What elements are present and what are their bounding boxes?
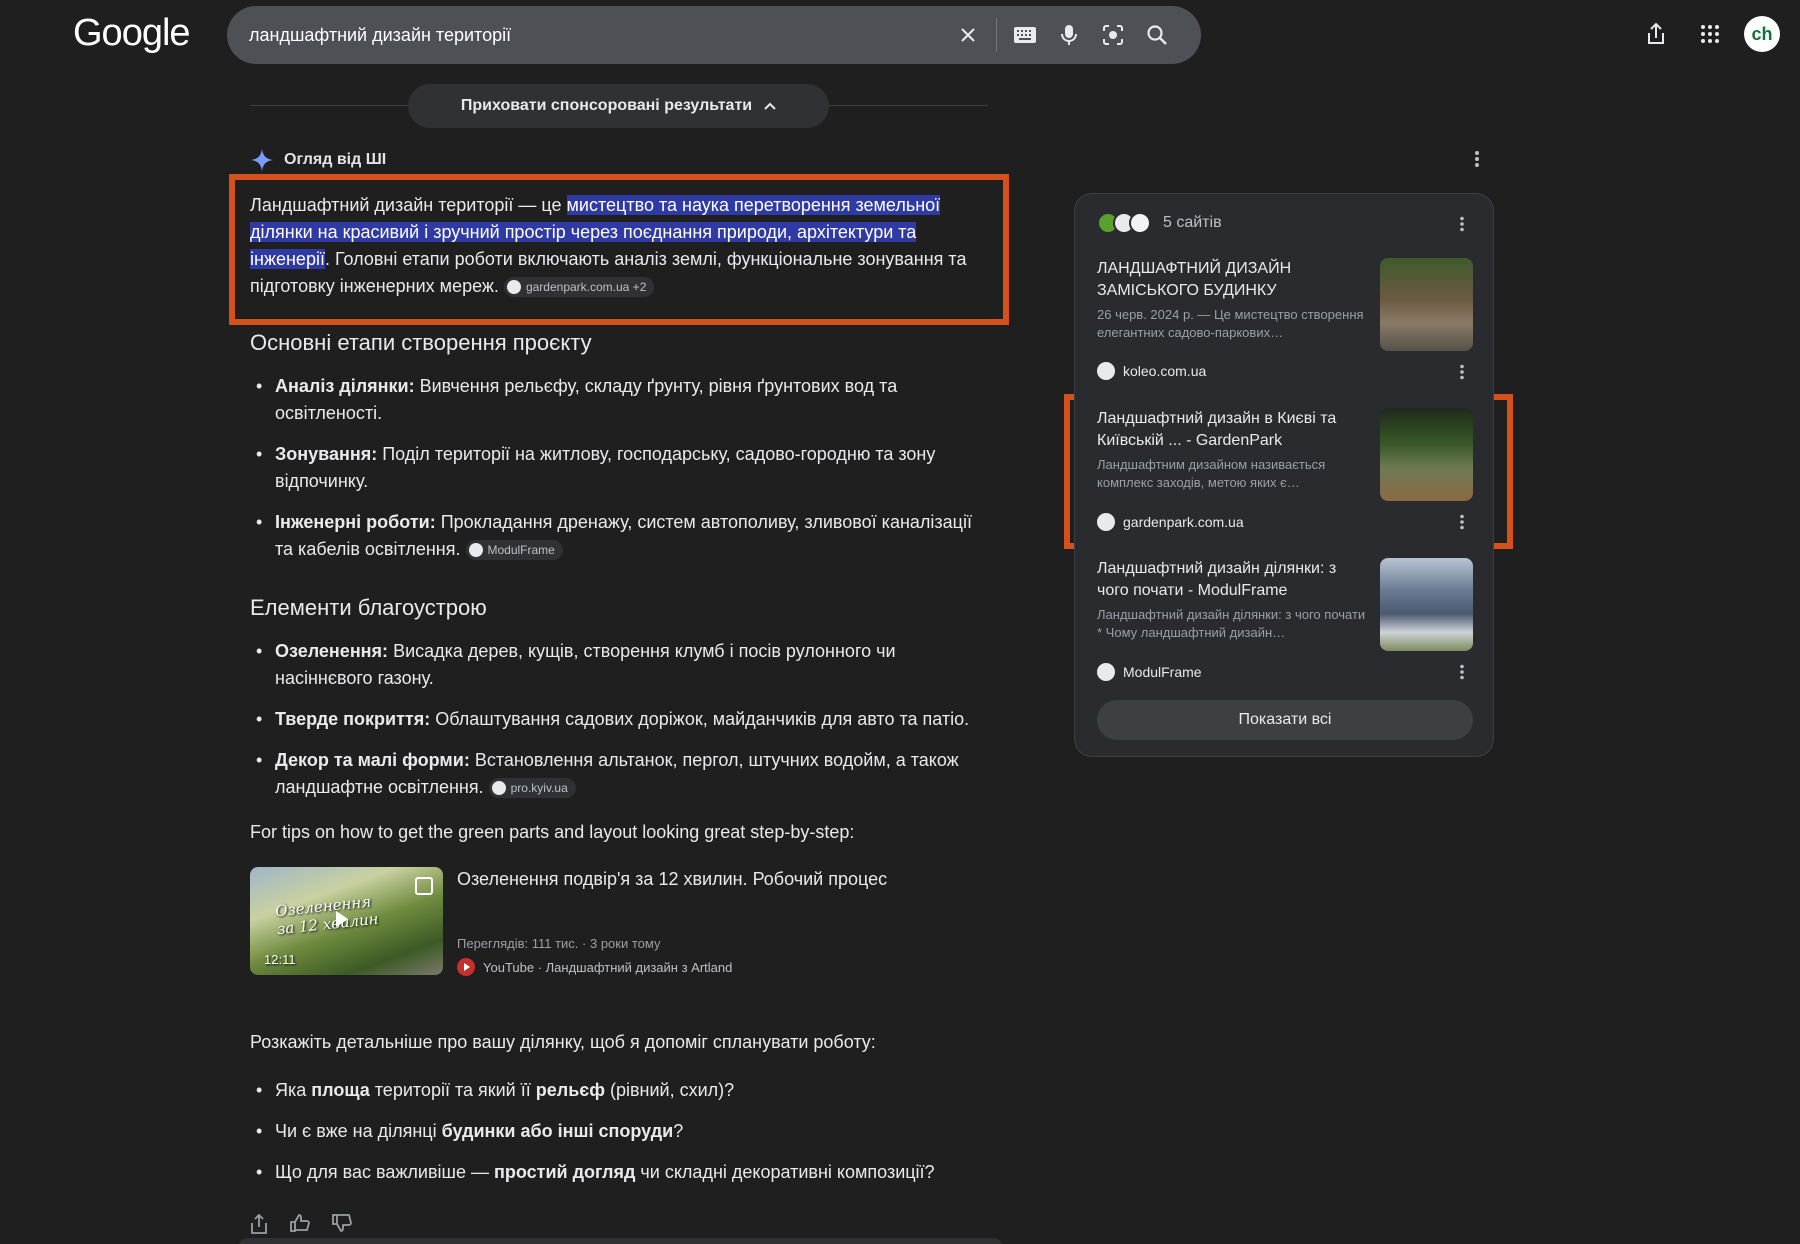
source-site: koleo.com.ua	[1097, 362, 1206, 380]
site-favicon-icon	[1129, 212, 1151, 234]
more-options-icon[interactable]	[1474, 150, 1480, 173]
feedback-bar	[250, 1213, 352, 1239]
video-source: YouTube · Ландшафтний дизайн з Artland	[457, 958, 732, 976]
source-snippet: Ландшафтний дизайн ділянки: з чого почат…	[1097, 607, 1366, 640]
section-title: Елементи благоустрою	[250, 595, 487, 620]
source-item[interactable]: Ландшафтний дизайн ділянки: з чого почат…	[1097, 558, 1473, 688]
lens-icon[interactable]	[1091, 13, 1135, 57]
apps-grid-icon[interactable]	[1690, 14, 1730, 54]
avatar[interactable]: ch	[1744, 16, 1780, 52]
list-item: Чи є вже на ділянці будинки або інші спо…	[250, 1118, 990, 1145]
section-title: Основні етапи створення проєкту	[250, 330, 592, 355]
list-item: Озеленення: Висадка дерев, кущів, створе…	[250, 638, 990, 692]
source-title[interactable]: Ландшафтний дизайн ділянки: з чого почат…	[1097, 558, 1357, 602]
source-chip[interactable]: ModulFrame	[465, 540, 563, 561]
ai-overview-intro: Ландшафтний дизайн території — це мистец…	[250, 192, 990, 300]
chevron-up-icon	[764, 102, 776, 110]
favicon-stack	[1097, 212, 1151, 234]
source-title[interactable]: Ландшафтний дизайн в Києві та Київській …	[1097, 408, 1357, 452]
video-title[interactable]: Озеленення подвір'я за 12 хвилин. Робочи…	[457, 869, 887, 890]
site-favicon-icon	[1097, 663, 1115, 681]
site-favicon-icon	[468, 543, 483, 558]
source-snippet: 26 черв. 2024 р. — Це мистецтво створенн…	[1097, 307, 1364, 340]
thumbs-up-icon[interactable]	[290, 1214, 310, 1239]
source-item[interactable]: ЛАНДШАФТНИЙ ДИЗАЙН ЗАМІСЬКОГО БУДИНКУ 26…	[1097, 258, 1473, 388]
steps-list: Аналіз ділянки: Вивчення рельєфу, складу…	[250, 373, 990, 577]
tips-text: For tips on how to get the green parts a…	[250, 822, 855, 842]
source-title[interactable]: ЛАНДШАФТНИЙ ДИЗАЙН ЗАМІСЬКОГО БУДИНКУ	[1097, 258, 1357, 302]
search-input[interactable]: ландшафтний дизайн території	[249, 25, 946, 46]
source-thumbnail	[1380, 408, 1473, 501]
play-icon	[336, 911, 348, 927]
ai-overview-title: Огляд від ШІ	[284, 151, 387, 168]
sources-header[interactable]: 5 сайтів	[1097, 212, 1222, 234]
share-icon[interactable]	[1636, 14, 1676, 54]
bottom-bar	[238, 1238, 1003, 1244]
share-icon[interactable]	[250, 1213, 268, 1239]
hide-sponsored-button[interactable]: Приховати спонсоровані результати	[408, 84, 829, 128]
followup-prompt: Розкажіть детальніше про вашу ділянку, щ…	[250, 1032, 876, 1052]
source-snippet: Ландшафтним дизайном називається комплек…	[1097, 457, 1326, 490]
site-favicon-icon	[1097, 362, 1115, 380]
divider	[996, 18, 997, 52]
source-chip[interactable]: pro.kyiv.ua	[488, 778, 576, 799]
site-favicon-icon	[491, 781, 506, 796]
video-thumbnail[interactable]: Озеленення за 12 хвилин 12:11	[250, 867, 443, 975]
intro-prefix: Ландшафтний дизайн території — це	[250, 195, 567, 215]
ai-overview-header: Огляд від ШІ	[250, 148, 386, 172]
list-item: Декор та малі форми: Встановлення альтан…	[250, 747, 990, 801]
more-options-icon[interactable]	[1459, 664, 1465, 685]
sources-count: 5 сайтів	[1163, 214, 1222, 231]
video-meta: Переглядів: 111 тис. · 3 роки тому	[457, 936, 661, 951]
source-chip-label: gardenpark.com.ua +2	[525, 280, 647, 295]
source-thumbnail	[1380, 558, 1473, 651]
google-logo[interactable]: Google	[73, 12, 191, 55]
hide-sponsored-label: Приховати спонсоровані результати	[460, 97, 753, 114]
clear-icon[interactable]	[946, 13, 990, 57]
sources-card: 5 сайтів ЛАНДШАФТНИЙ ДИЗАЙН ЗАМІСЬКОГО Б…	[1074, 193, 1494, 757]
search-icon[interactable]	[1135, 13, 1179, 57]
list-item: Зонування: Поділ території на житлову, г…	[250, 441, 990, 495]
video-duration: 12:11	[264, 952, 296, 967]
thumbnail-caption: Озеленення за 12 хвилин	[274, 892, 380, 939]
site-favicon-icon	[1097, 513, 1115, 531]
thumbs-down-icon[interactable]	[332, 1214, 352, 1239]
microphone-icon[interactable]	[1047, 13, 1091, 57]
list-item: Аналіз ділянки: Вивчення рельєфу, складу…	[250, 373, 990, 427]
list-item: Інженерні роботи: Прокладання дренажу, с…	[250, 509, 990, 563]
youtube-icon	[457, 958, 475, 976]
list-item: Що для вас важливіше — простий догляд чи…	[250, 1159, 990, 1186]
source-thumbnail	[1380, 258, 1473, 351]
more-options-icon[interactable]	[1459, 514, 1465, 535]
sparkle-icon	[251, 149, 273, 171]
elements-list: Озеленення: Висадка дерев, кущів, створе…	[250, 638, 990, 815]
source-site: gardenpark.com.ua	[1097, 513, 1244, 531]
questions-list: Яка площа території та який її рельєф (р…	[250, 1077, 990, 1200]
show-all-button[interactable]: Показати всі	[1097, 700, 1473, 740]
more-options-icon[interactable]	[1459, 216, 1465, 237]
source-site: ModulFrame	[1097, 663, 1202, 681]
search-bar[interactable]: ландшафтний дизайн території	[227, 6, 1201, 64]
more-options-icon[interactable]	[1459, 364, 1465, 385]
source-item[interactable]: Ландшафтний дизайн в Києві та Київській …	[1097, 408, 1473, 538]
expand-icon[interactable]	[415, 877, 433, 895]
site-favicon-icon	[506, 280, 521, 295]
list-item: Яка площа території та який її рельєф (р…	[250, 1077, 990, 1104]
list-item: Тверде покриття: Облаштування садових до…	[250, 706, 990, 733]
source-chip[interactable]: gardenpark.com.ua +2	[503, 277, 655, 298]
keyboard-icon[interactable]	[1003, 13, 1047, 57]
